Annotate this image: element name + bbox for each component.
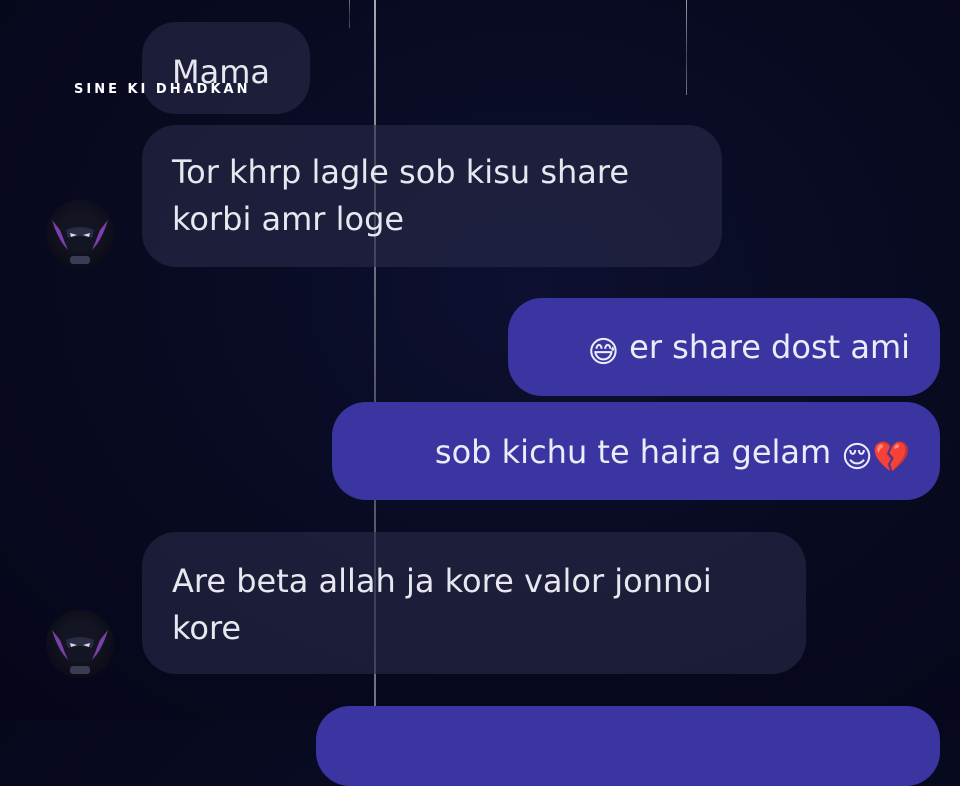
film-scratch-line	[349, 0, 350, 28]
incoming-message-bubble[interactable]: Tor khrp lagle sob kisu share korbi amr …	[142, 125, 722, 267]
relieved-broken-heart-emoji-icon: 😌💔	[841, 440, 910, 475]
sender-avatar[interactable]	[46, 200, 114, 268]
sweat-smile-emoji-icon: 😅	[587, 335, 619, 370]
video-watermark: SINE KI DHADKAN	[74, 82, 251, 97]
sender-name-bubble: Mama	[142, 22, 310, 114]
incoming-message-bubble[interactable]: Are beta allah ja kore valor jonnoi kore	[142, 532, 806, 674]
outgoing-message-bubble-partial[interactable]	[316, 706, 940, 786]
sender-avatar[interactable]	[46, 610, 114, 678]
film-scratch-line	[686, 0, 687, 95]
message-text: Tor khrp lagle sob kisu share korbi amr …	[172, 153, 630, 238]
message-text: Are beta allah ja kore valor jonnoi kore	[172, 562, 712, 647]
masked-hero-avatar-icon	[52, 215, 108, 264]
message-text: sob kichu te haira gelam	[434, 433, 832, 471]
message-text: er share dost ami	[629, 328, 910, 366]
masked-hero-avatar-icon	[52, 625, 108, 674]
outgoing-message-bubble[interactable]: sob kichu te haira gelam 😌💔	[332, 402, 940, 500]
outgoing-message-bubble[interactable]: 😅 er share dost ami	[508, 298, 940, 396]
